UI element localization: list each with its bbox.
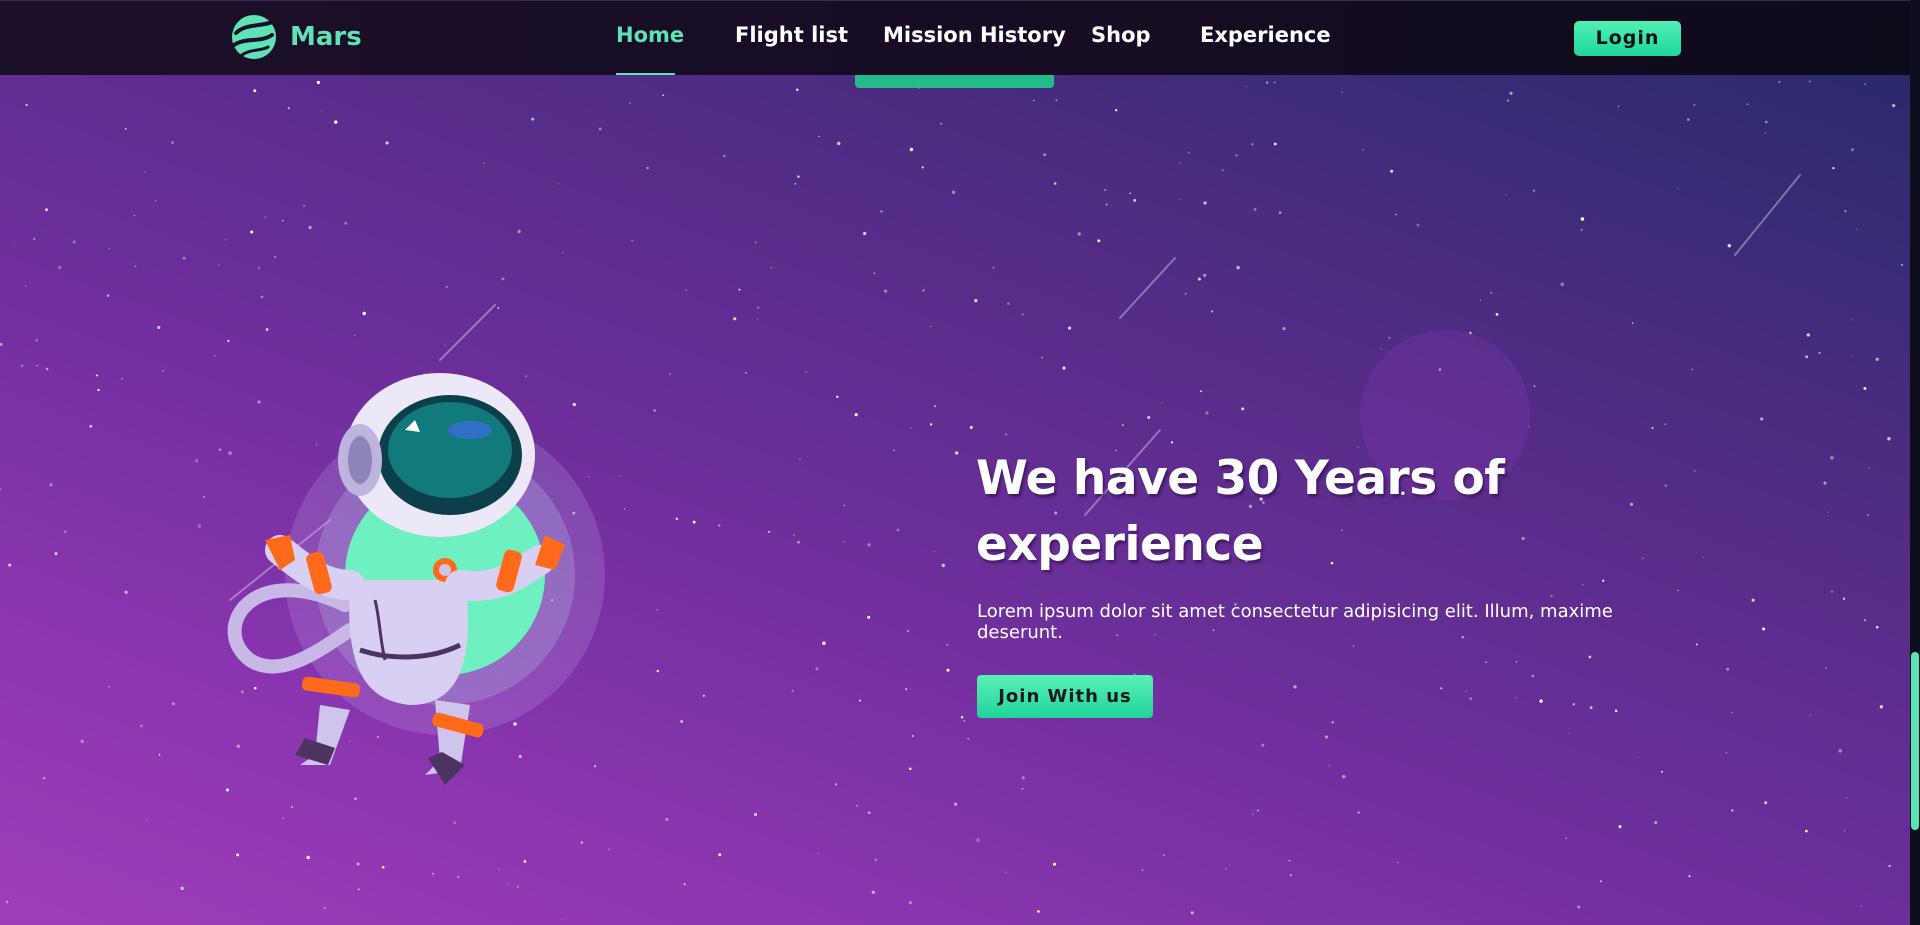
login-button[interactable]: Login xyxy=(1574,21,1681,56)
planet-swirl-icon xyxy=(232,15,276,59)
join-with-us-button[interactable]: Join With us xyxy=(977,675,1153,718)
brand-logo[interactable]: Mars xyxy=(230,13,362,61)
scrollbar-thumb[interactable] xyxy=(1911,652,1919,830)
hero-title: We have 30 Years of experience xyxy=(976,451,1505,572)
nav-item-mission-history[interactable]: Mission History xyxy=(883,23,1066,47)
active-nav-underline xyxy=(616,73,675,75)
hero-description: Lorem ipsum dolor sit amet consectetur a… xyxy=(977,601,1613,643)
brand-name: Mars xyxy=(290,22,362,52)
landing-page: Mars Home Flight list Mission History Sh… xyxy=(0,0,1920,925)
nav-item-home[interactable]: Home xyxy=(616,23,684,47)
nav-item-experience[interactable]: Experience xyxy=(1200,23,1331,47)
nav-item-flight-list[interactable]: Flight list xyxy=(735,23,848,47)
astronaut-illustration xyxy=(227,373,605,785)
nav-item-shop[interactable]: Shop xyxy=(1091,23,1151,47)
top-navigation-bar: Mars Home Flight list Mission History Sh… xyxy=(0,0,1910,75)
